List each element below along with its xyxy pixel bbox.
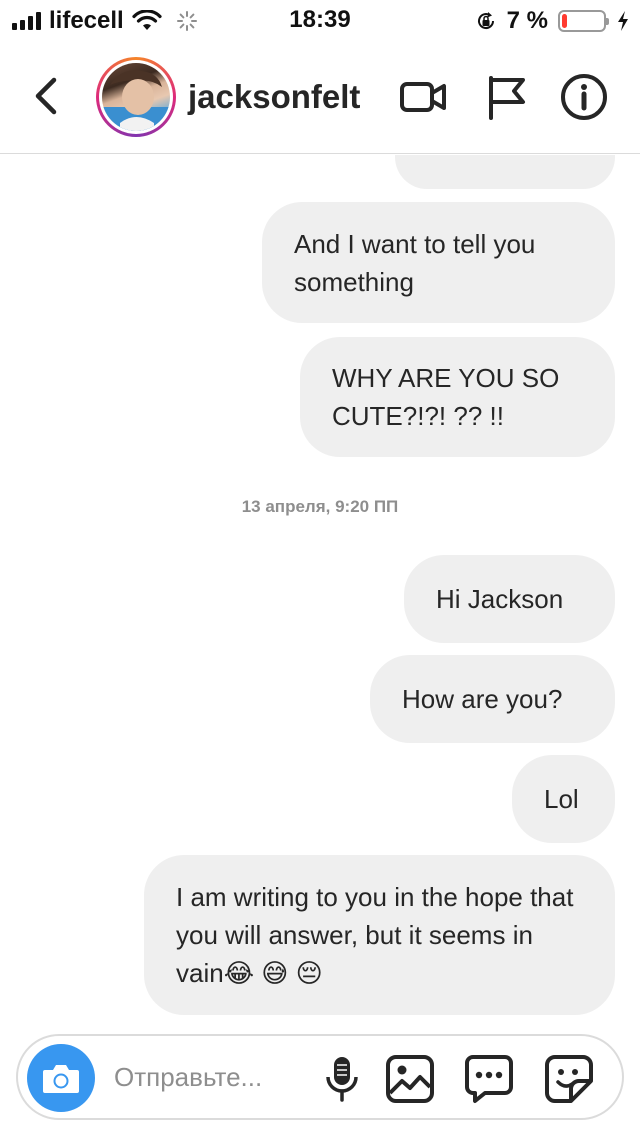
message-timestamp: 13 апреля, 9:20 ПП xyxy=(241,497,399,516)
gallery-icon[interactable] xyxy=(384,1053,436,1105)
message-bubble[interactable]: Lol xyxy=(512,755,615,843)
message-text: I am writing to you in the hope that you… xyxy=(176,882,574,988)
message-text: How are you? xyxy=(402,684,563,714)
message-input[interactable]: Отправьте... xyxy=(114,1062,262,1093)
message-text: Hi Jackson xyxy=(436,584,564,614)
back-chevron-icon[interactable] xyxy=(28,76,64,116)
chat-bubble-icon[interactable] xyxy=(463,1053,515,1105)
message-bubble[interactable]: I am writing to you in the hope that you… xyxy=(144,855,615,1015)
chat-header: jacksonfelt xyxy=(0,40,640,154)
message-text: And I want to tell you something xyxy=(294,228,536,297)
charging-bolt-icon xyxy=(618,11,628,31)
message-bubble-partial[interactable] xyxy=(395,155,615,189)
sticker-icon[interactable] xyxy=(543,1053,595,1105)
profile-photo xyxy=(102,63,170,131)
camera-button[interactable] xyxy=(27,1044,95,1112)
avatar[interactable] xyxy=(96,57,176,137)
chat-username[interactable]: jacksonfelt xyxy=(188,78,360,116)
message-bubble[interactable]: WHY ARE YOU SO CUTE?!?! ?? !! xyxy=(300,337,615,457)
status-bar: lifecell 18:39 7 % xyxy=(0,0,640,40)
microphone-icon[interactable] xyxy=(316,1053,368,1105)
message-bubble[interactable]: How are you? xyxy=(370,655,615,743)
battery-icon xyxy=(558,10,609,32)
message-text: WHY ARE YOU SO CUTE?!?! ?? !! xyxy=(332,363,560,431)
rotation-lock-icon xyxy=(477,12,494,30)
message-composer: Отправьте... xyxy=(16,1034,624,1120)
battery-percent: 7 % xyxy=(506,7,548,34)
camera-icon xyxy=(43,1065,79,1093)
info-icon[interactable] xyxy=(559,72,609,122)
message-bubble[interactable]: Hi Jackson xyxy=(404,555,615,643)
status-right: 7 % xyxy=(475,7,630,34)
message-thread[interactable]: And I want to tell you something WHY ARE… xyxy=(0,155,640,1025)
video-camera-icon[interactable] xyxy=(398,72,448,122)
message-text: Lol xyxy=(544,784,579,814)
flag-icon[interactable] xyxy=(482,72,532,122)
message-bubble[interactable]: And I want to tell you something xyxy=(262,202,615,323)
battery-level xyxy=(562,14,567,28)
